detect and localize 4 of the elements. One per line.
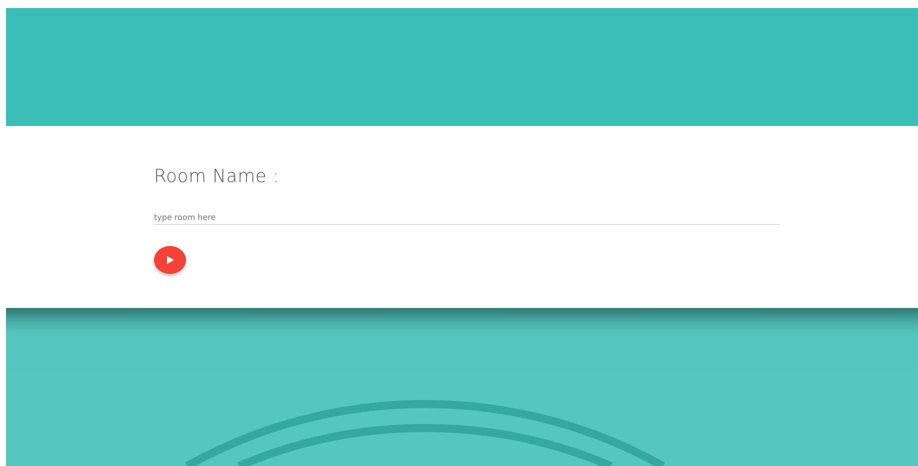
play-button[interactable]: [154, 246, 186, 274]
room-name-label: Room Name :: [154, 166, 280, 187]
play-icon: [166, 256, 174, 264]
room-name-field[interactable]: type room here: [154, 213, 780, 225]
